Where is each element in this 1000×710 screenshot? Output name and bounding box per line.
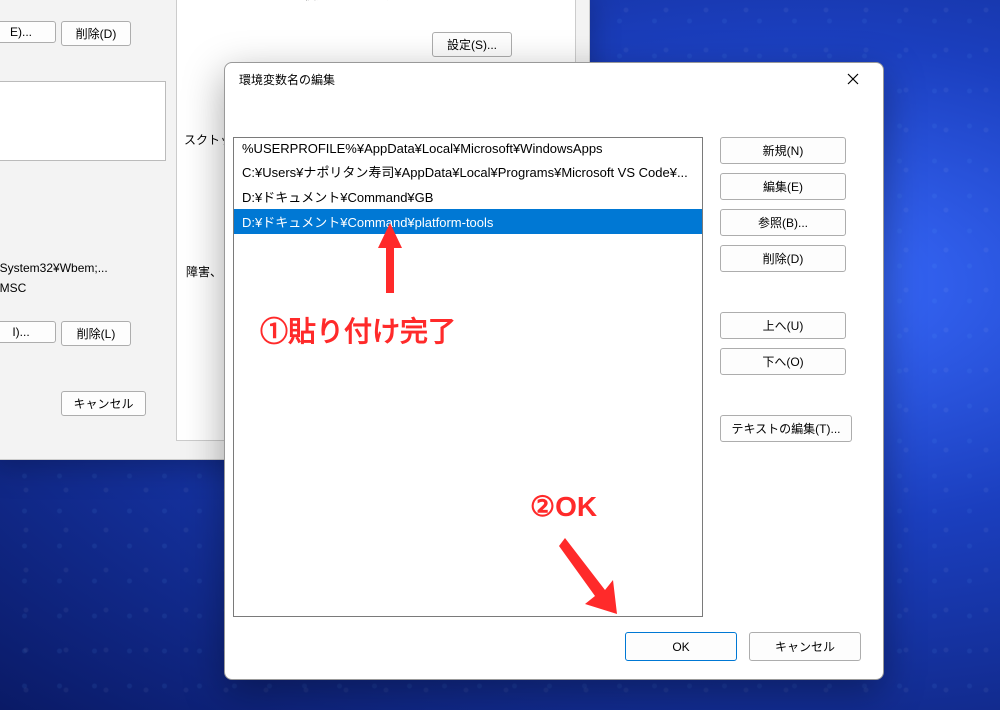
settings-button[interactable]: 設定(S)... [432, 32, 512, 57]
performance-desc: スケジュール、メモリ使用、および仮想メモリ [185, 0, 567, 3]
path-item[interactable]: C:¥Users¥ナポリタン寿司¥AppData¥Local¥Programs¥… [234, 159, 702, 184]
text-edit-button[interactable]: テキストの編集(T)... [720, 415, 852, 442]
ok-button[interactable]: OK [625, 632, 737, 661]
delete-d-button[interactable]: 削除(D) [61, 21, 131, 46]
dialog-footer: OK キャンセル [625, 632, 861, 661]
side-button-column: 新規(N) 編集(E) 参照(B)... 削除(D) 上へ(U) 下へ(O) テ… [720, 137, 846, 442]
desktop-background: スケジュール、メモリ使用、および仮想メモリ 設定(S)... E)... 削除(… [0, 0, 1000, 710]
edit-button[interactable]: 編集(E) [720, 173, 846, 200]
close-button[interactable] [831, 64, 875, 94]
path-item-selected[interactable]: D:¥ドキュメント¥Command¥platform-tools [234, 209, 702, 234]
path-item[interactable]: %USERPROFILE%¥AppData¥Local¥Microsoft¥Wi… [234, 138, 702, 159]
cancel-button[interactable]: キャンセル [749, 632, 861, 661]
edit-env-variable-dialog: 環境変数名の編集 %USERPROFILE%¥AppData¥Local¥Mic… [224, 62, 884, 680]
new-button[interactable]: 新規(N) [720, 137, 846, 164]
system32-text: ¥System32¥Wbem;... [0, 261, 108, 275]
path-item[interactable]: D:¥ドキュメント¥Command¥GB [234, 184, 702, 209]
browse-button[interactable]: 参照(B)... [720, 209, 846, 236]
listbox-fragment [0, 81, 166, 161]
dialog-title: 環境変数名の編集 [239, 71, 335, 88]
button-e[interactable]: E)... [0, 21, 56, 43]
disability-frag-label: 障害、 [186, 263, 222, 280]
msc-text: :.MSC [0, 281, 26, 295]
move-down-button[interactable]: 下へ(O) [720, 348, 846, 375]
close-icon [847, 73, 859, 85]
bg-cancel-button[interactable]: キャンセル [61, 391, 146, 416]
dialog-titlebar: 環境変数名の編集 [225, 63, 883, 95]
delete-button[interactable]: 削除(D) [720, 245, 846, 272]
move-up-button[interactable]: 上へ(U) [720, 312, 846, 339]
delete-l-button[interactable]: 削除(L) [61, 321, 131, 346]
path-listbox[interactable]: %USERPROFILE%¥AppData¥Local¥Microsoft¥Wi… [233, 137, 703, 617]
button-l[interactable]: I)... [0, 321, 56, 343]
